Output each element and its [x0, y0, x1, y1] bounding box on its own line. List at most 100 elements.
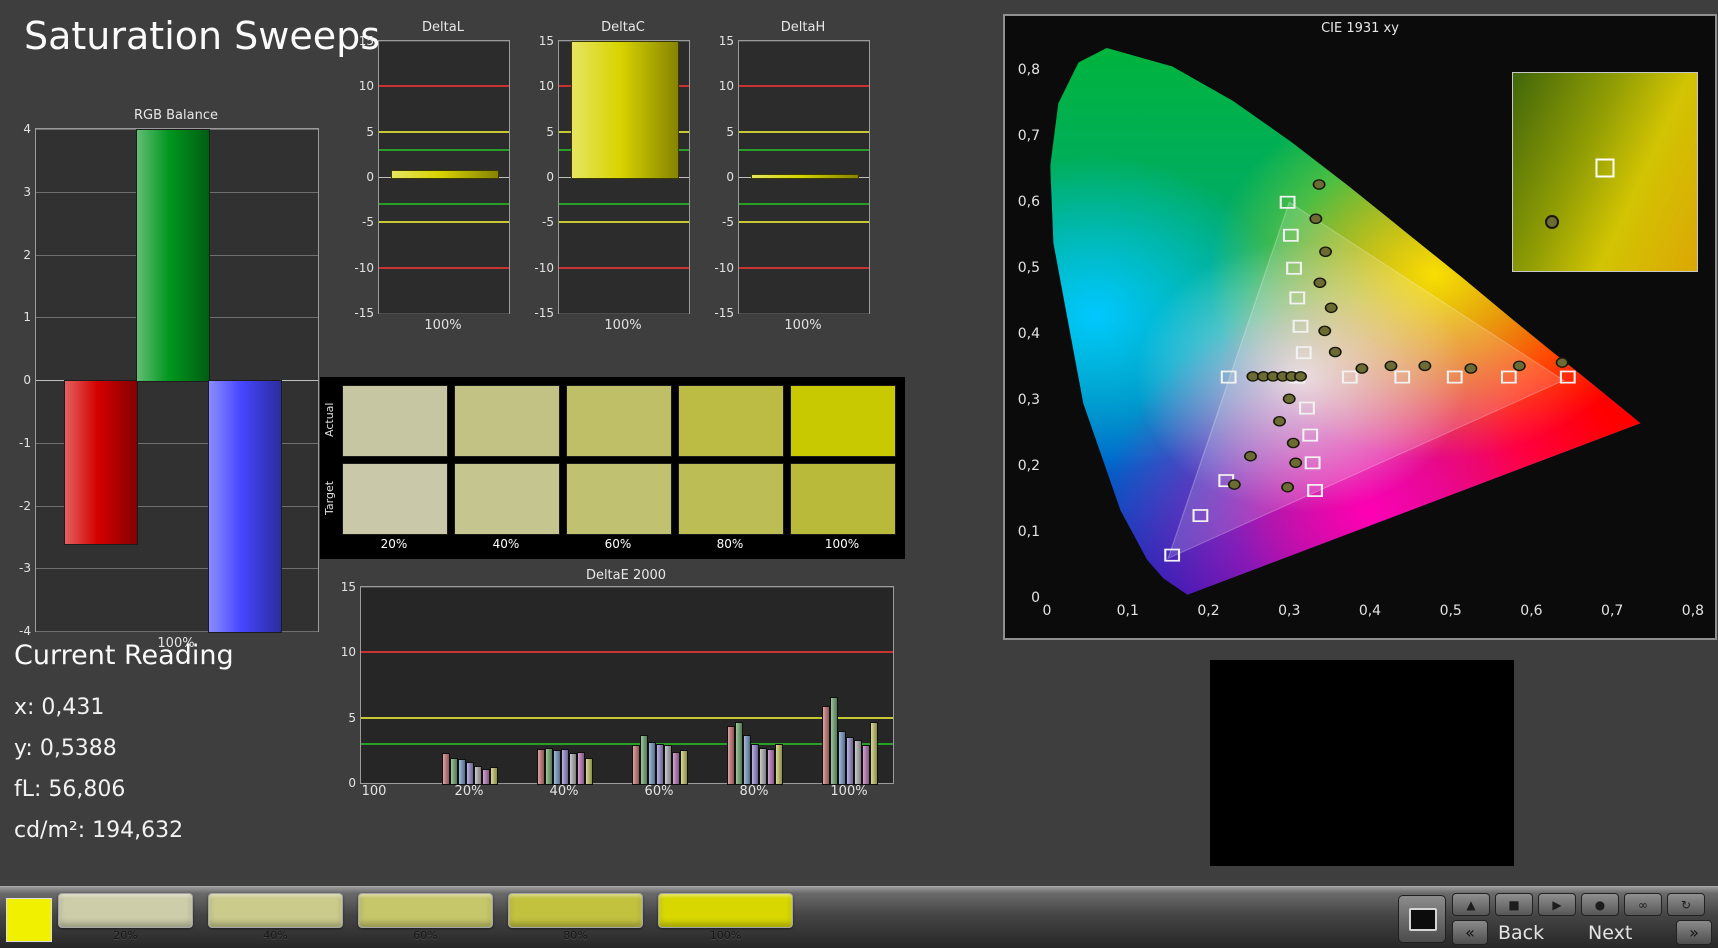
measurement-dot — [1295, 372, 1306, 381]
inset-measurement-dot — [1545, 215, 1559, 229]
measurement-dot — [1320, 247, 1331, 256]
x-tick-label: 0,4 — [1359, 603, 1381, 619]
deltac-xlabel: 100% — [558, 318, 688, 333]
eject-button[interactable]: ▲ — [1452, 893, 1490, 916]
play-button[interactable]: ▶ — [1538, 893, 1576, 916]
y-tick-label: 0 — [366, 170, 374, 184]
cie-inset — [1512, 72, 1698, 272]
gridline — [379, 313, 509, 314]
swatch-target-80% — [678, 463, 784, 535]
deltae-bar — [458, 759, 466, 785]
deltae-bar — [830, 697, 838, 785]
y-tick-label: 5 — [546, 125, 554, 139]
y-tick-label: 5 — [348, 711, 356, 725]
deltae-bar — [862, 745, 870, 785]
y-tick-label: -10 — [354, 261, 374, 275]
y-tick-label: 3 — [23, 185, 31, 199]
deltae-bar — [648, 742, 656, 785]
y-tick-label: 5 — [726, 125, 734, 139]
back-button[interactable]: Back — [1498, 920, 1574, 945]
y-tick-label: 0,1 — [1018, 524, 1040, 540]
deltae-bar — [735, 722, 743, 785]
page-title: Saturation Sweeps — [24, 14, 380, 58]
measurement-dot — [1247, 372, 1258, 381]
deltah-title: DeltaH — [738, 20, 868, 35]
y-tick-label: -3 — [19, 561, 31, 575]
deltae-bar — [767, 749, 775, 785]
next-chevron-button[interactable]: » — [1676, 920, 1712, 945]
measurement-dot — [1290, 458, 1301, 467]
deltae-bar — [854, 740, 862, 785]
reference-line — [739, 131, 869, 133]
x-tick-label: 100% — [830, 784, 867, 799]
deltae-bar — [640, 735, 648, 785]
swatch-actual-40% — [454, 385, 560, 457]
y-tick-label: 15 — [341, 580, 356, 594]
swatch-actual-20% — [342, 385, 448, 457]
refresh-button[interactable]: ↻ — [1667, 893, 1705, 916]
swatch-column-label: 80% — [678, 537, 782, 551]
delta-bar — [751, 174, 860, 179]
y-tick-label: -15 — [534, 306, 554, 320]
measurement-dot — [1326, 303, 1337, 312]
current-reading-panel: Current Reading x: 0,431 y: 0,5388 fL: 5… — [14, 640, 344, 851]
x-tick-label: 80% — [740, 784, 769, 799]
y-tick-label: -15 — [714, 306, 734, 320]
back-chevron-button[interactable]: « — [1452, 920, 1488, 945]
delta-bar — [571, 41, 680, 179]
deltae-chart: DeltaE 2000 051015 10020%40%60%80%100% — [356, 568, 896, 818]
x-tick-label: 20% — [455, 784, 484, 799]
y-tick-label: -5 — [362, 215, 374, 229]
deltae-bar — [822, 706, 830, 785]
y-tick-label: -10 — [534, 261, 554, 275]
reading-fl: fL: 56,806 — [14, 769, 344, 810]
reference-line — [739, 267, 869, 269]
rgb-balance-title: RGB Balance — [35, 108, 317, 123]
stop-button[interactable]: ■ — [1495, 893, 1533, 916]
deltal-chart: DeltaL 151050-5-10-15 100% — [378, 20, 508, 345]
gridline — [559, 313, 689, 314]
y-tick-label: -15 — [354, 306, 374, 320]
cie-title: CIE 1931 xy — [1005, 21, 1715, 36]
deltae-bar — [751, 744, 759, 785]
y-tick-label: 0,2 — [1018, 458, 1040, 474]
reference-line — [739, 203, 869, 205]
deltae-bar — [553, 750, 561, 785]
reference-line — [739, 149, 869, 151]
deltae-bar — [727, 726, 735, 785]
loop-button[interactable]: ∞ — [1624, 893, 1662, 916]
swatch-column-label: 20% — [342, 537, 446, 551]
deltae-bar — [680, 750, 688, 785]
reference-line — [379, 267, 509, 269]
measurement-dot — [1245, 452, 1256, 461]
rgb-bar-green — [136, 129, 210, 382]
deltae-bar — [561, 749, 569, 785]
y-tick-label: 0,4 — [1018, 326, 1040, 342]
y-tick-label: 15 — [539, 34, 554, 48]
swatch-grid: 20%40%60%80%100% — [320, 377, 905, 559]
gridline — [739, 313, 869, 314]
deltae-bar — [632, 745, 640, 785]
deltae-xaxis: 10020%40%60%80%100% — [360, 784, 892, 800]
y-tick-label: 10 — [359, 79, 374, 93]
deltal-xlabel: 100% — [378, 318, 508, 333]
loop-icon: ∞ — [1638, 898, 1648, 912]
rgb-balance-chart: RGB Balance 43210-1-2-3-4 100% — [35, 108, 317, 656]
y-tick-label: 4 — [23, 122, 31, 136]
reference-line — [379, 85, 509, 87]
bottom-bar: 20%40%60%80%100% ▲■▶●∞↻ « Back Next » — [0, 886, 1718, 948]
measurement-dot — [1313, 180, 1324, 189]
deltae-bar — [759, 748, 767, 785]
reference-line — [361, 717, 893, 719]
next-button[interactable]: Next — [1588, 920, 1664, 945]
y-tick-label: -2 — [19, 499, 31, 513]
swatch-comparison-panel: Actual Target 20%40%60%80%100% — [320, 377, 905, 559]
reference-line — [379, 221, 509, 223]
measurement-dot — [1330, 347, 1341, 356]
rgb-bar-blue — [208, 380, 282, 633]
deltae-bar — [838, 731, 846, 785]
x-tick-label: 0 — [1043, 603, 1052, 619]
record-button[interactable]: ● — [1581, 893, 1619, 916]
deltae-plot: 051015 — [360, 586, 894, 784]
deltae-bar — [775, 744, 783, 785]
